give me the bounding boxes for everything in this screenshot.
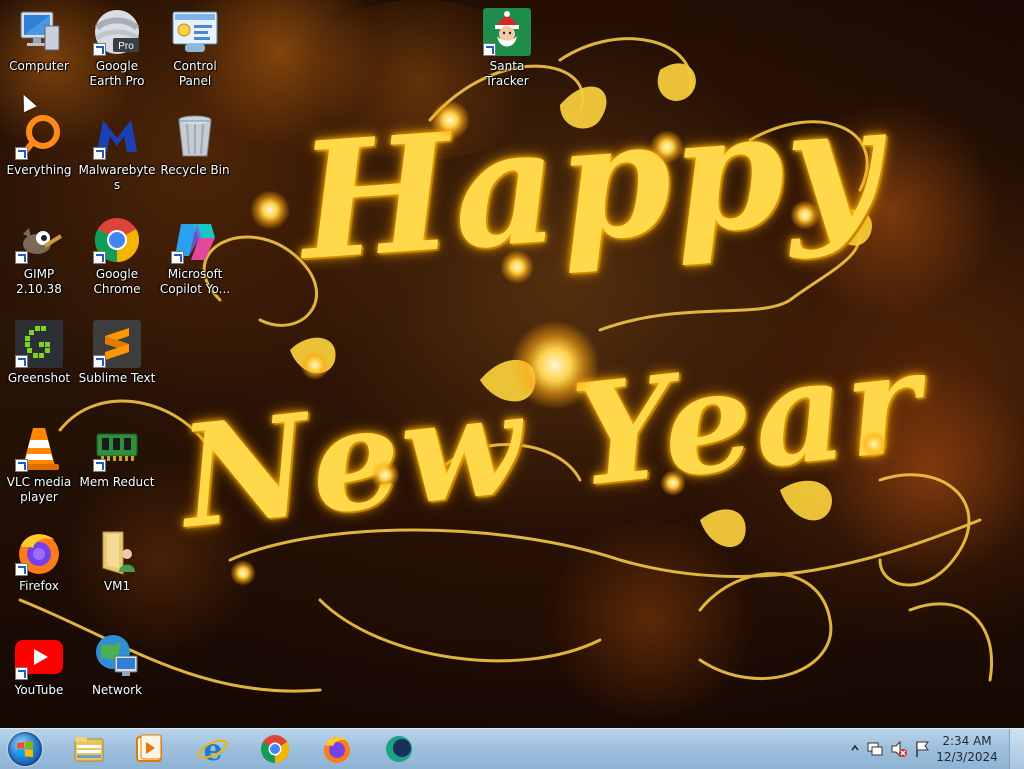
- shortcut-arrow-icon: [15, 251, 28, 264]
- desktop-icon-label: GIMP 2.10.38: [16, 267, 62, 296]
- user-folder-icon: [93, 528, 141, 576]
- desktop-icon-label: Firefox: [19, 579, 59, 593]
- malwarebytes-icon: [93, 112, 141, 160]
- everything-search-icon: [15, 112, 63, 160]
- shortcut-arrow-icon: [171, 251, 184, 264]
- desktop-icon-santa-tracker[interactable]: Santa Tracker: [468, 8, 546, 89]
- gimp-icon: [15, 216, 63, 264]
- taskbar-google-chrome[interactable]: [248, 731, 300, 767]
- desktop-icon-microsoft-copilot[interactable]: Microsoft Copilot Yo...: [156, 216, 234, 297]
- network-icon: [93, 632, 141, 680]
- desktop-icon-label: Computer: [9, 59, 69, 73]
- desktop-icon-greenshot[interactable]: Greenshot: [0, 320, 78, 386]
- windows-logo-icon: [17, 741, 33, 757]
- desktop-icon-label: Greenshot: [7, 371, 71, 385]
- desktop-icon-malwarebytes[interactable]: Malwarebytes: [78, 112, 156, 193]
- desktop-icon-label: Everything: [6, 163, 72, 177]
- desktop-icon-youtube[interactable]: YouTube: [0, 632, 78, 698]
- firefox-icon: [324, 737, 350, 763]
- santa-tracker-icon: [483, 8, 531, 56]
- start-button[interactable]: [6, 730, 46, 768]
- desktop-icon-label: VM1: [103, 579, 131, 593]
- google-earth-pro-badge: Pro: [118, 41, 134, 52]
- greenshot-icon: [15, 320, 63, 368]
- computer-icon: [15, 8, 63, 56]
- shortcut-arrow-icon: [15, 563, 28, 576]
- wallpaper-happy-text: Happy: [294, 67, 888, 297]
- desktop-icon-firefox[interactable]: Firefox: [0, 528, 78, 594]
- volume-muted-icon[interactable]: [890, 740, 908, 758]
- desktop-icon-vlc[interactable]: VLC media player: [0, 424, 78, 505]
- desktop-icon-label: Sublime Text: [78, 371, 156, 385]
- shortcut-arrow-icon: [93, 459, 106, 472]
- desktop-icon-label: Santa Tracker: [485, 59, 529, 88]
- desktop-icon-gimp[interactable]: GIMP 2.10.38: [0, 216, 78, 297]
- desktop-icon-recycle-bin[interactable]: Recycle Bin: [156, 112, 234, 178]
- shortcut-arrow-icon: [93, 355, 106, 368]
- network-status-icon[interactable]: [914, 740, 932, 758]
- taskbar-internet-explorer[interactable]: e: [186, 731, 238, 767]
- taskbar-media-player[interactable]: [122, 731, 174, 767]
- taskbar: e 2:34 AM 12/3/2024: [0, 728, 1024, 769]
- google-chrome-icon: [93, 216, 141, 264]
- shortcut-arrow-icon: [93, 147, 106, 160]
- desktop-icon-label: Recycle Bin: [160, 163, 230, 177]
- shortcut-arrow-icon: [15, 459, 28, 472]
- shortcut-arrow-icon: [15, 147, 28, 160]
- show-hidden-icons-chevron-up-icon[interactable]: [850, 743, 860, 753]
- desktop-icon-google-chrome[interactable]: Google Chrome: [78, 216, 156, 297]
- desktop-icon-sublime-text[interactable]: Sublime Text: [78, 320, 156, 386]
- desktop-icon-label: Malwarebytes: [78, 163, 156, 192]
- shortcut-arrow-icon: [15, 355, 28, 368]
- desktop-icon-label: Network: [91, 683, 143, 697]
- desktop-icon-mem-reduct[interactable]: Mem Reduct: [78, 424, 156, 490]
- recycle-bin-icon: [171, 112, 219, 160]
- media-player-icon: [136, 734, 162, 762]
- taskbar-file-explorer[interactable]: [62, 731, 114, 767]
- shortcut-arrow-icon: [15, 667, 28, 680]
- taskbar-firefox[interactable]: [310, 731, 362, 767]
- copilot-icon: [171, 216, 219, 264]
- desktop-icon-control-panel[interactable]: Control Panel: [156, 8, 234, 89]
- show-desktop-button[interactable]: [1009, 729, 1024, 769]
- control-panel-icon: [171, 8, 219, 56]
- desktop-icon-label: Google Earth Pro: [89, 59, 145, 88]
- desktop-icon-everything[interactable]: Everything: [0, 112, 78, 178]
- desktop-icon-label: Mem Reduct: [79, 475, 155, 489]
- desktop-icon-label: Microsoft Copilot Yo...: [159, 267, 231, 296]
- taskbar-clock[interactable]: 2:34 AM 12/3/2024: [932, 733, 1002, 765]
- desktop-icon-network[interactable]: Network: [78, 632, 156, 698]
- google-earth-pro-icon: Pro: [93, 8, 141, 56]
- clock-time: 2:34 AM: [942, 734, 992, 748]
- desktop-icon-label: YouTube: [14, 683, 64, 697]
- action-center-icon[interactable]: [866, 740, 884, 758]
- youtube-icon: [15, 632, 63, 680]
- chat-bubble-icon: [386, 736, 412, 762]
- memory-chip-icon: [93, 424, 141, 472]
- desktop-icon-vm1[interactable]: VM1: [78, 528, 156, 594]
- desktop-icon-label: Google Chrome: [93, 267, 141, 296]
- internet-explorer-icon: e: [198, 733, 228, 765]
- sublime-text-icon: [93, 320, 141, 368]
- svg-text:e: e: [203, 733, 222, 765]
- desktop-icon-computer[interactable]: Computer: [0, 8, 78, 74]
- desktop-icon-google-earth-pro[interactable]: Pro Google Earth Pro: [78, 8, 156, 89]
- shortcut-arrow-icon: [483, 43, 496, 56]
- system-tray: 2:34 AM 12/3/2024: [844, 729, 1024, 769]
- desktop-icon-label: Control Panel: [173, 59, 217, 88]
- google-chrome-icon: [261, 735, 289, 763]
- desktop-icon-label: VLC media player: [6, 475, 72, 504]
- vlc-icon: [15, 424, 63, 472]
- shortcut-arrow-icon: [93, 251, 106, 264]
- clock-date: 12/3/2024: [936, 750, 998, 764]
- shortcut-arrow-icon: [93, 43, 106, 56]
- file-explorer-icon: [74, 737, 104, 762]
- taskbar-pinned-app[interactable]: [372, 731, 424, 767]
- firefox-icon: [15, 528, 63, 576]
